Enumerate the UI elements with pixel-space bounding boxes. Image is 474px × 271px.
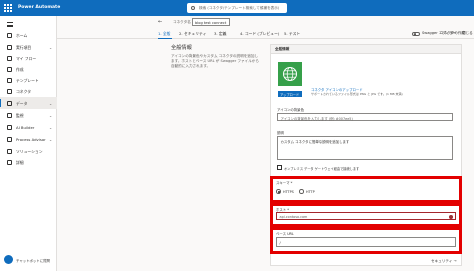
radio-https-label: HTTPS bbox=[283, 189, 294, 194]
card-header-title: 全般情報 bbox=[275, 47, 290, 52]
scheme-highlight: スキーマ * HTTPS HTTP bbox=[270, 176, 462, 203]
connector-name-label: コネクタ名 bbox=[173, 20, 191, 24]
general-info-panel: 全般情報 アイコンの背景色やカスタム コネクタの説明を追加します。ホストとベース… bbox=[171, 44, 261, 69]
command-bar: ← コネクタ名 blog test connect bbox=[57, 16, 474, 29]
sidebar-item-home[interactable]: ホーム bbox=[0, 29, 57, 41]
radio-http-label: HTTP bbox=[306, 189, 315, 194]
back-arrow-icon[interactable]: ← bbox=[158, 19, 162, 25]
chevron-down-icon: ⌄ bbox=[49, 136, 53, 142]
card-header: 全般情報 bbox=[271, 45, 461, 54]
sidebar-item-ai-builder[interactable]: AI Builder ⌄ bbox=[0, 121, 57, 133]
radio-https[interactable] bbox=[276, 189, 281, 194]
menu-icon[interactable] bbox=[7, 22, 13, 27]
book-icon bbox=[7, 159, 12, 165]
process-advisor-icon bbox=[7, 136, 12, 142]
wizard-tabs: 1. 全般 2. セキュリティ 3. 定義 4. コード (プレビュー) 5. … bbox=[57, 29, 474, 39]
app-title: Power Automate bbox=[18, 5, 61, 10]
sidebar-item-label: 作成 bbox=[16, 66, 24, 72]
tab-test[interactable]: 5. テスト bbox=[284, 31, 300, 37]
sidebar-item-label: ソリューション bbox=[16, 148, 43, 154]
search-icon bbox=[191, 5, 195, 10]
sidebar-item-connectors[interactable]: コネクタ bbox=[0, 85, 57, 97]
sidebar-item-label: データ bbox=[16, 100, 28, 106]
gateway-checkbox-label: オンプレミス データ ゲートウェイ経由で接続します bbox=[284, 166, 360, 171]
connector-name-input[interactable]: blog test connect bbox=[192, 18, 230, 26]
base-url-value: / bbox=[279, 241, 281, 245]
base-url-highlight: ベース URL / bbox=[270, 227, 462, 254]
host-input[interactable]: api.contoso.com ! bbox=[276, 212, 456, 220]
sidebar-item-label: ホーム bbox=[16, 32, 28, 38]
sidebar-item-monitor[interactable]: 監視 ⌄ bbox=[0, 109, 57, 121]
sidebar-item-process-advisor[interactable]: Process Advisor ⌄ bbox=[0, 133, 57, 145]
base-url-input[interactable]: / bbox=[276, 237, 456, 247]
database-icon bbox=[7, 100, 12, 106]
upload-button[interactable]: アップロード bbox=[278, 91, 302, 97]
chevron-down-icon: ⌄ bbox=[49, 100, 53, 106]
chevron-down-icon: ⌄ bbox=[49, 44, 53, 50]
swagger-editor-toggle[interactable] bbox=[412, 31, 420, 36]
search-placeholder: 検索 (コネクタ/テンプレート検索して候補を表示) bbox=[199, 5, 280, 10]
connector-name-value: blog test connect bbox=[195, 20, 227, 25]
sidebar-item-label: 詳細 bbox=[16, 159, 24, 165]
globe-icon bbox=[283, 67, 297, 81]
home-icon bbox=[7, 32, 12, 38]
sidebar-item-label: テンプレート bbox=[16, 77, 39, 83]
radio-http[interactable] bbox=[299, 189, 304, 194]
sidebar-item-label: コネクタ bbox=[16, 88, 32, 94]
general-info-text: アイコンの背景色やカスタム コネクタの説明を追加します。ホストとベース URL … bbox=[171, 54, 259, 68]
close-button[interactable]: 閉じる bbox=[462, 31, 473, 36]
active-tab-underline bbox=[158, 37, 172, 39]
app-launcher-icon[interactable] bbox=[4, 4, 12, 12]
ai-builder-icon bbox=[7, 124, 12, 130]
chevron-down-icon: ⌄ bbox=[49, 112, 53, 118]
sidebar-item-label: AI Builder bbox=[16, 124, 35, 130]
bg-color-placeholder: アイコンの背景色を入力します (例: #007ee5) bbox=[280, 117, 353, 121]
search-box[interactable]: 検索 (コネクタ/テンプレート検索して候補を表示) bbox=[187, 3, 287, 13]
next-security-button[interactable]: セキュリティ → bbox=[431, 259, 457, 264]
scheme-label: スキーマ * bbox=[276, 181, 293, 185]
sidebar-item-label: Process Advisor bbox=[16, 136, 46, 142]
monitor-icon bbox=[7, 112, 12, 118]
error-icon: ! bbox=[449, 214, 453, 219]
solutions-icon bbox=[7, 148, 12, 154]
tab-definition[interactable]: 3. 定義 bbox=[214, 31, 226, 37]
flow-icon bbox=[7, 55, 12, 61]
base-url-label: ベース URL bbox=[276, 232, 294, 236]
top-bar: Power Automate 検索 (コネクタ/テンプレート検索して候補を表示) bbox=[0, 0, 474, 16]
description-value: カスタム コネクタに簡単な説明を追加します bbox=[280, 140, 350, 144]
plus-icon bbox=[7, 66, 12, 72]
chatbot-button[interactable]: チャットボットに質問 bbox=[0, 252, 57, 268]
sidebar-item-more[interactable]: 詳細 bbox=[0, 156, 57, 168]
tab-general[interactable]: 1. 全般 bbox=[158, 31, 170, 37]
bg-color-input[interactable]: アイコンの背景色を入力します (例: #007ee5) bbox=[277, 113, 453, 121]
upload-button-label: アップロード bbox=[280, 93, 300, 98]
upload-hint: サポートされているファイル形式は PNG と JPG です。(1 MB 未満) bbox=[311, 92, 403, 96]
checklist-icon bbox=[7, 44, 12, 50]
sidebar-item-label: マイ フロー bbox=[16, 55, 37, 61]
host-placeholder: api.contoso.com bbox=[279, 215, 308, 219]
sidebar-item-label: 監視 bbox=[16, 112, 24, 118]
connector-icon bbox=[7, 88, 12, 94]
template-icon bbox=[7, 77, 12, 83]
bg-color-label: アイコンの背景色 bbox=[277, 108, 304, 112]
chatbot-icon bbox=[4, 255, 13, 264]
general-info-heading: 全般情報 bbox=[171, 45, 192, 51]
active-indicator bbox=[0, 99, 2, 107]
description-textarea[interactable]: カスタム コネクタに簡単な説明を追加します bbox=[277, 136, 453, 160]
sidebar-item-label: 実行項目 bbox=[16, 44, 32, 50]
chevron-down-icon: ⌄ bbox=[49, 124, 53, 130]
host-highlight: ホスト * api.contoso.com ! bbox=[270, 203, 462, 227]
description-label: 説明 bbox=[277, 131, 284, 135]
sidebar-item-data[interactable]: データ ⌄ bbox=[0, 97, 57, 109]
chatbot-label: チャットボットに質問 bbox=[16, 259, 50, 263]
gateway-checkbox[interactable] bbox=[277, 165, 282, 170]
sidebar: ホーム 実行項目 ⌄ マイ フロー 作成 テンプレート コネクタ データ ⌄ 監… bbox=[0, 16, 57, 271]
tab-code[interactable]: 4. コード (プレビュー) bbox=[240, 31, 279, 37]
tab-security[interactable]: 2. セキュリティ bbox=[179, 31, 206, 37]
connector-icon-preview bbox=[278, 62, 302, 86]
